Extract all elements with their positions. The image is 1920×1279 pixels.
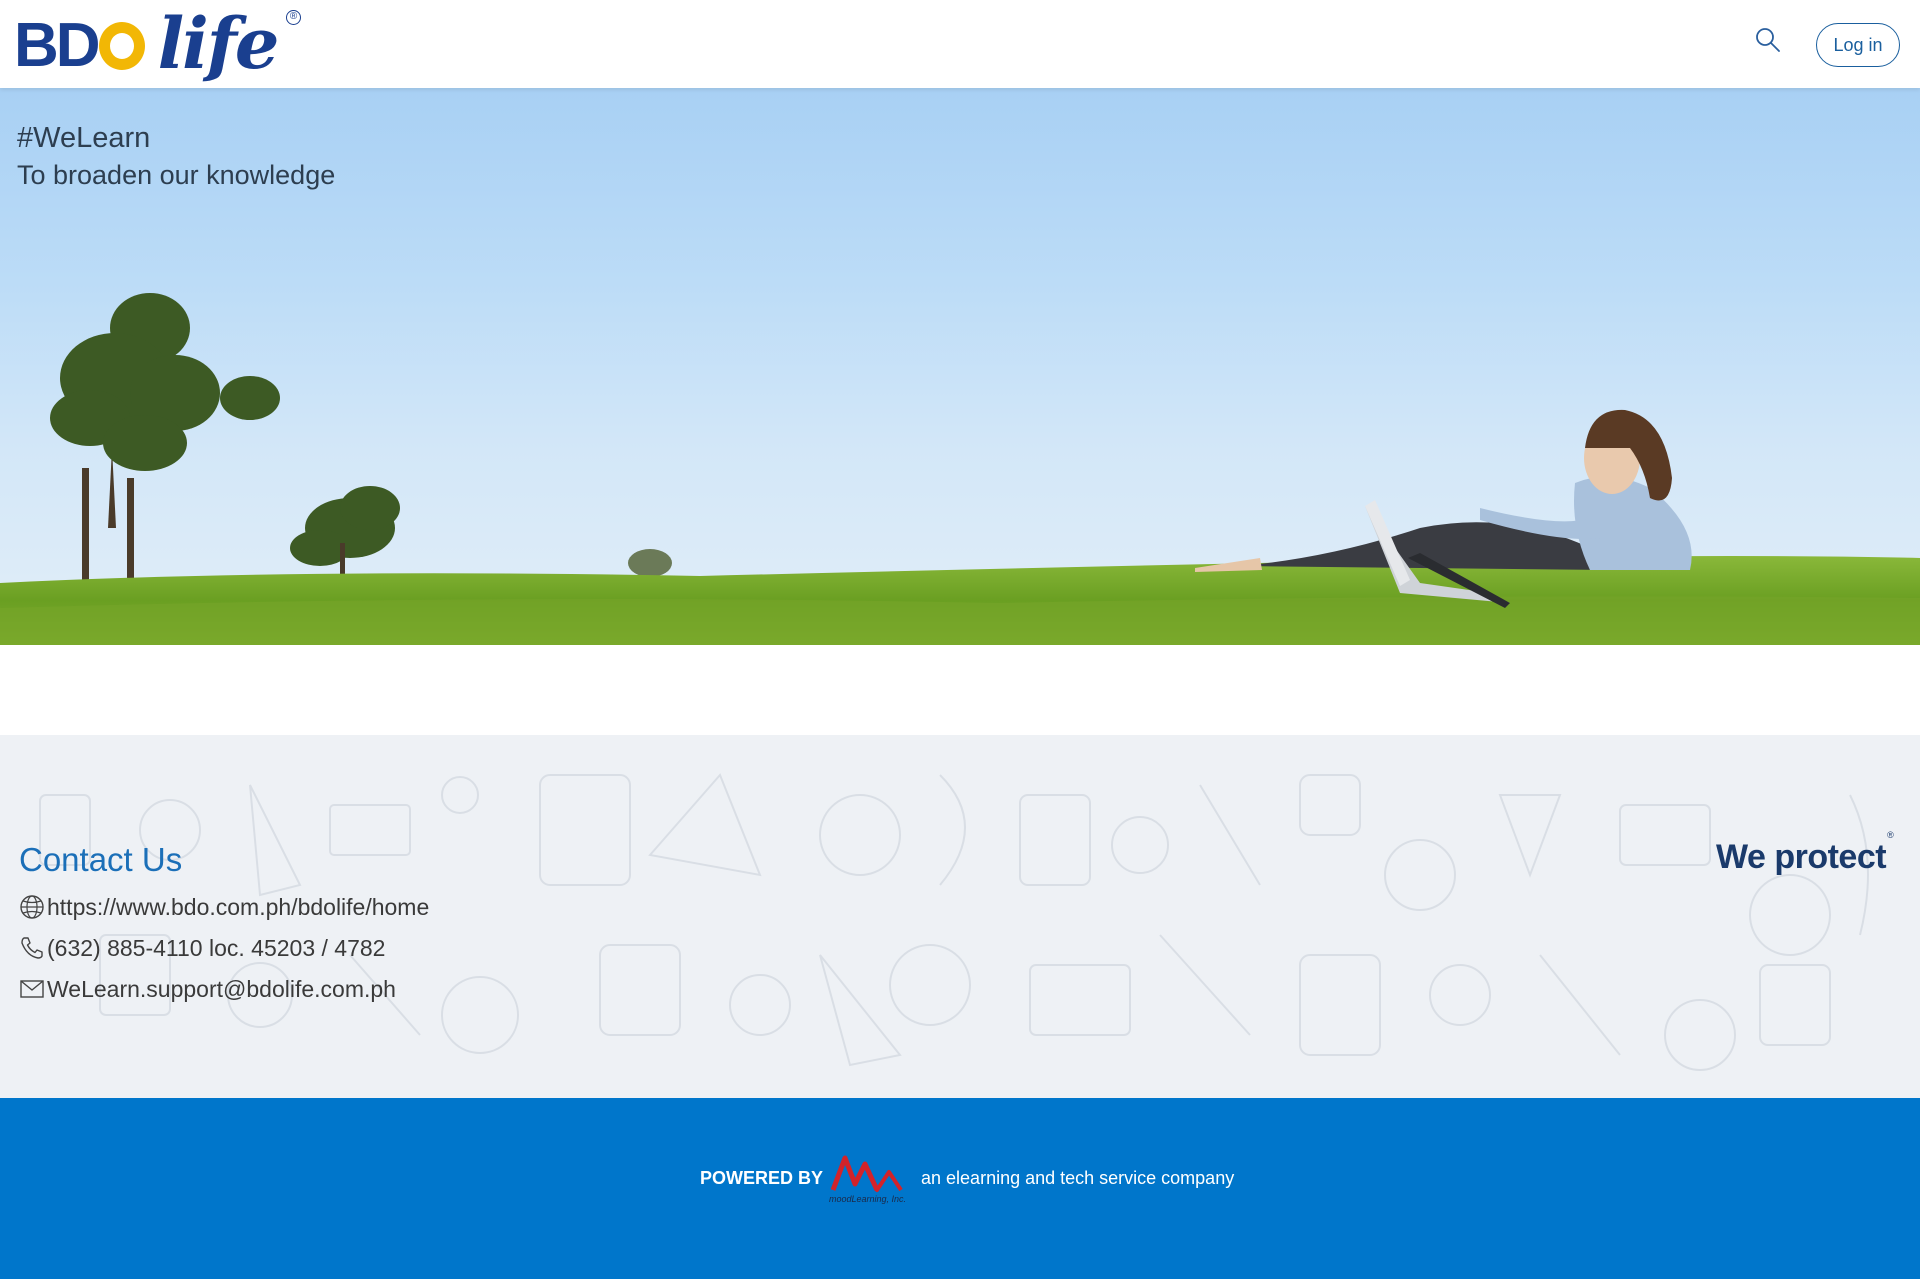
- globe-icon: [20, 895, 44, 919]
- logo-bdo-text: BD: [14, 10, 146, 81]
- contact-us-heading: Contact Us: [19, 841, 183, 878]
- footer-bar: POWERED BY moodLearning, Inc. an elearni…: [0, 1098, 1920, 1279]
- powered-by-label: POWERED BY: [700, 1167, 824, 1188]
- hero-title: #WeLearn: [17, 122, 151, 154]
- contact-email-link[interactable]: WeLearn.support@bdolife.com.ph: [47, 976, 396, 1003]
- search-icon[interactable]: [1754, 26, 1782, 54]
- registered-mark: ®: [286, 10, 301, 25]
- mail-icon: [20, 980, 44, 998]
- moodlearning-logo[interactable]: moodLearning, Inc.: [827, 1150, 917, 1206]
- powered-by-credit: POWERED BY moodLearning, Inc. an elearni…: [700, 1150, 1234, 1206]
- contact-email-row[interactable]: WeLearn.support@bdolife.com.ph: [19, 974, 396, 1004]
- phone-icon: [21, 937, 43, 959]
- contact-website-row[interactable]: https://www.bdo.com.ph/bdolife/home: [19, 892, 429, 922]
- logo-life-text: life: [157, 1, 280, 85]
- top-navbar: BD life ® Log in: [0, 0, 1920, 88]
- contact-phone-number: (632) 885-4110 loc. 45203 / 4782: [47, 934, 386, 961]
- bdo-life-logo[interactable]: BD life ®: [14, 2, 301, 85]
- contact-website-link[interactable]: https://www.bdo.com.ph/bdolife/home: [47, 894, 429, 921]
- hero-subtitle: To broaden our knowledge: [17, 160, 336, 190]
- powered-by-tagline: an elearning and tech service company: [921, 1167, 1235, 1188]
- contact-phone-row: (632) 885-4110 loc. 45203 / 4782: [19, 933, 385, 963]
- contact-section: Contact Us https://www.bdo.com.ph/bdolif…: [0, 735, 1920, 1098]
- login-button[interactable]: Log in: [1816, 23, 1900, 67]
- svg-text:moodLearning, Inc.: moodLearning, Inc.: [829, 1194, 906, 1204]
- we-protect-logo: We protect®: [1716, 829, 1894, 876]
- hero-banner: #WeLearn To broaden our knowledge: [0, 88, 1920, 645]
